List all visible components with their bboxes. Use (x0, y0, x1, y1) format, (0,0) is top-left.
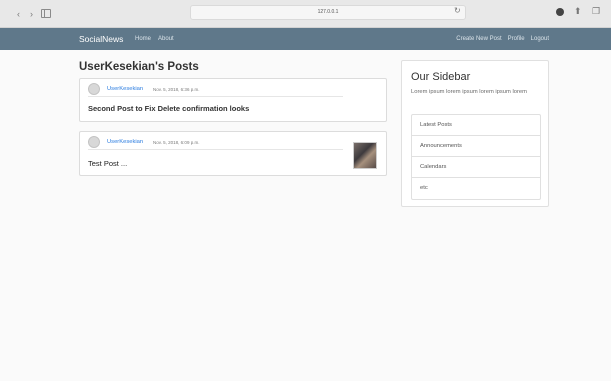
nav-link-profile[interactable]: Profile (508, 35, 525, 43)
address-bar[interactable]: 127.0.0.1 (190, 5, 466, 20)
sidebar-list: Latest Posts Announcements Calendars etc (411, 114, 541, 200)
nav-link-home[interactable]: Home (135, 35, 151, 43)
sidebar-item-etc[interactable]: etc (412, 178, 540, 199)
post-thumbnail[interactable] (353, 142, 377, 169)
sidebar-text: Lorem ipsum lorem ipsum lorem ipsum lore… (411, 89, 527, 95)
post-meta-divider (88, 149, 343, 150)
sidebar-item-latest-posts[interactable]: Latest Posts (412, 115, 540, 136)
sidebar-title: Our Sidebar (411, 71, 471, 83)
sidebar-item-calendars[interactable]: Calendars (412, 157, 540, 178)
post-title-link[interactable]: Test Post ... (88, 159, 127, 168)
avatar (88, 136, 100, 148)
extension-icon[interactable] (556, 8, 564, 16)
sidebar: Our Sidebar Lorem ipsum lorem ipsum lore… (401, 60, 549, 207)
post-meta-divider (88, 96, 343, 97)
sidebar-toggle-icon[interactable] (41, 9, 51, 18)
site-brand[interactable]: SocialNews (79, 33, 123, 45)
tabs-overview-icon[interactable]: ❐ (592, 7, 600, 16)
page-title: UserKesekian's Posts (79, 61, 199, 73)
sidebar-item-announcements[interactable]: Announcements (412, 136, 540, 157)
nav-link-create-post[interactable]: Create New Post (456, 35, 501, 43)
share-icon[interactable]: ⬆ (574, 7, 582, 16)
avatar (88, 83, 100, 95)
back-icon[interactable]: ‹ (14, 9, 23, 19)
post-card: UserKesekian Nov. 5, 2018, 6:36 p.m. Sec… (79, 78, 387, 122)
nav-link-about[interactable]: About (158, 35, 174, 43)
post-date: Nov. 5, 2018, 6:09 p.m. (153, 140, 200, 145)
post-author-link[interactable]: UserKesekian (107, 86, 143, 93)
post-card: UserKesekian Nov. 5, 2018, 6:09 p.m. Tes… (79, 131, 387, 176)
nav-left-links: Home About (135, 35, 174, 43)
post-title-link[interactable]: Second Post to Fix Delete confirmation l… (88, 104, 249, 113)
nav-right-links: Create New Post Profile Logout (456, 35, 549, 43)
browser-toolbar: ‹ › 127.0.0.1 ↻ ⬆ ❐ (0, 0, 611, 28)
forward-icon[interactable]: › (27, 9, 36, 19)
post-date: Nov. 5, 2018, 6:36 p.m. (153, 87, 200, 92)
post-author-link[interactable]: UserKesekian (107, 139, 143, 146)
reload-icon[interactable]: ↻ (454, 7, 461, 15)
history-nav: ‹ › (14, 9, 36, 19)
site-navbar: SocialNews Home About Create New Post Pr… (0, 28, 611, 50)
nav-link-logout[interactable]: Logout (531, 35, 549, 43)
